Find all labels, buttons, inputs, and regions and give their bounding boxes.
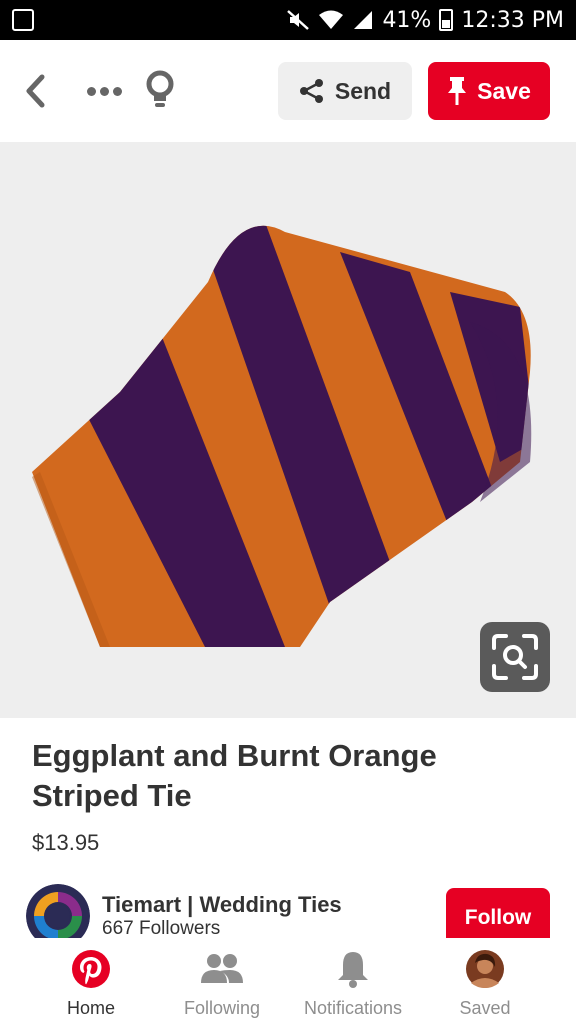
nav-notifications-label: Notifications bbox=[303, 998, 403, 1018]
pinterest-icon bbox=[72, 950, 110, 988]
nav-saved[interactable]: Saved bbox=[440, 938, 530, 1024]
bell-icon bbox=[338, 952, 368, 988]
profile-avatar-icon bbox=[466, 950, 504, 988]
creator-name[interactable]: Tiemart | Wedding Ties bbox=[102, 892, 342, 918]
nav-home[interactable]: Home bbox=[46, 938, 136, 1024]
nav-following[interactable]: Following bbox=[172, 938, 272, 1024]
back-button[interactable] bbox=[18, 70, 52, 112]
nav-saved-label: Saved bbox=[459, 998, 511, 1018]
pin-price: $13.95 bbox=[32, 830, 100, 855]
share-icon bbox=[299, 79, 323, 103]
lightbulb-icon bbox=[146, 70, 174, 107]
clock: 12:33 PM bbox=[461, 7, 564, 33]
save-label: Save bbox=[477, 77, 531, 104]
battery-percent: 41% bbox=[382, 7, 432, 33]
pin-image[interactable] bbox=[0, 142, 576, 718]
tried-it-button[interactable] bbox=[140, 68, 180, 112]
battery-icon bbox=[439, 9, 454, 31]
visual-search-icon bbox=[492, 634, 538, 680]
status-icons: 41% 12:33 PM bbox=[286, 0, 564, 40]
pin-icon bbox=[448, 77, 467, 105]
send-label: Send bbox=[334, 77, 392, 104]
nav-following-label: Following bbox=[183, 998, 261, 1018]
creator-followers: 667 Followers bbox=[102, 918, 221, 939]
wifi-icon bbox=[318, 9, 344, 31]
mute-icon bbox=[286, 9, 310, 31]
nav-home-label: Home bbox=[66, 998, 115, 1018]
ellipsis-icon bbox=[86, 86, 96, 96]
visual-search-button[interactable] bbox=[480, 622, 550, 692]
save-button[interactable]: Save bbox=[428, 62, 550, 120]
send-button[interactable]: Send bbox=[278, 62, 412, 120]
chevron-left-icon bbox=[26, 74, 45, 108]
people-icon bbox=[201, 954, 243, 983]
gallery-notification-icon bbox=[12, 9, 34, 31]
more-options-button[interactable] bbox=[82, 76, 126, 106]
ellipsis-dot bbox=[99, 86, 109, 96]
status-bar: 41% 12:33 PM bbox=[0, 0, 576, 40]
bottom-nav: Home Following Notifications Saved bbox=[0, 938, 576, 1024]
ellipsis-dot bbox=[112, 86, 122, 96]
nav-notifications[interactable]: Notifications bbox=[296, 938, 410, 1024]
signal-icon bbox=[352, 9, 374, 31]
pin-title: Eggplant and Burnt Orange Striped Tie bbox=[32, 738, 437, 813]
pin-header: Send Save bbox=[0, 40, 576, 142]
